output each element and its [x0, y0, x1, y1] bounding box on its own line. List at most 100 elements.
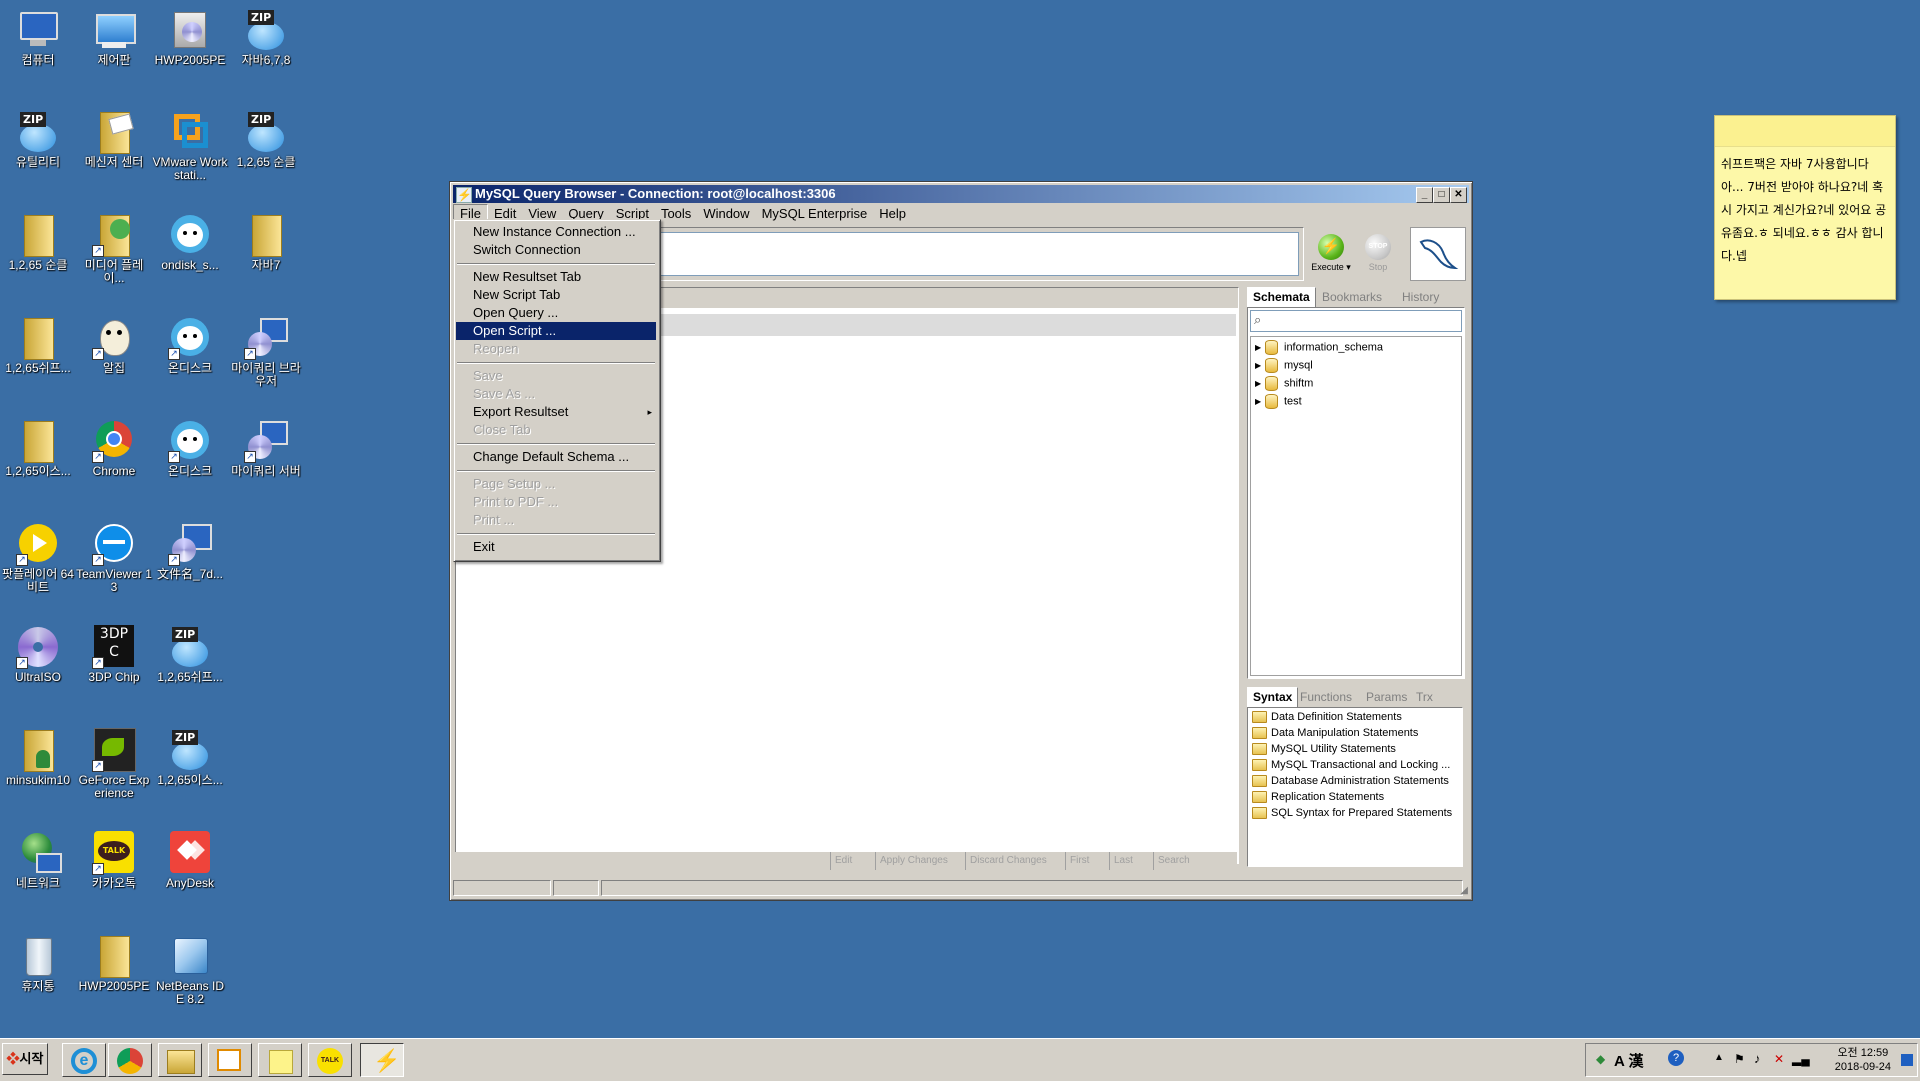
desktop-icon-chrome[interactable]: ↗ Chrome	[76, 419, 152, 478]
menu-item-new-script-tab[interactable]: New Script Tab	[456, 286, 656, 304]
expand-arrow-icon[interactable]: ▶	[1255, 361, 1265, 370]
network-error-icon[interactable]: ✕	[1774, 1052, 1784, 1066]
desktop-icon-mysql-server[interactable]: ↗ 마이쿼리 서버	[228, 419, 304, 478]
close-button[interactable]: ✕	[1450, 187, 1467, 203]
execute-button[interactable]: ⚡ Execute ▾	[1308, 232, 1354, 276]
resize-grip-icon[interactable]: ◢	[1460, 885, 1468, 896]
menu-help[interactable]: Help	[873, 204, 912, 224]
syntax-item[interactable]: Replication Statements	[1252, 791, 1384, 804]
taskbar-app-chrome[interactable]	[108, 1043, 152, 1077]
taskbar-app-explorer[interactable]	[158, 1043, 202, 1077]
window-title-bar[interactable]: ⚡ MySQL Query Browser - Connection: root…	[453, 185, 1469, 203]
volume-icon[interactable]: ♪	[1754, 1051, 1761, 1066]
expand-arrow-icon[interactable]: ▶	[1255, 379, 1265, 388]
discard-changes-button[interactable]: Discard Changes	[965, 852, 1047, 870]
menu-item-open-query[interactable]: Open Query ...	[456, 304, 656, 322]
desktop-icon-zip-shift[interactable]: ZIP 1,2,65쉬프...	[152, 625, 228, 684]
chevron-up-icon[interactable]: ▲	[1714, 1052, 1724, 1063]
search-button[interactable]: Search	[1153, 852, 1190, 870]
menu-item-change-default-schema[interactable]: Change Default Schema ...	[456, 448, 656, 466]
desktop-icon-control-panel[interactable]: 제어판	[76, 8, 152, 67]
syntax-item[interactable]: MySQL Transactional and Locking ...	[1252, 759, 1450, 772]
desktop-icon-mysql-browser[interactable]: ↗ 마이쿼리 브라우저	[228, 316, 304, 388]
desktop-icon-zip-1265[interactable]: ZIP 1,2,65 순클	[228, 110, 304, 169]
desktop-icon-media-player[interactable]: ↗ 미디어 플레이...	[76, 213, 152, 285]
menu-item-new-resultset-tab[interactable]: New Resultset Tab	[456, 268, 656, 286]
menu-item-save-as[interactable]: Save As ...	[456, 385, 656, 403]
desktop-icon-folder-1265[interactable]: 1,2,65 순클	[0, 213, 76, 272]
desktop-icon-ultraiso[interactable]: ↗ UltraISO	[0, 625, 76, 684]
desktop-icon-recycle-bin[interactable]: 휴지통	[0, 934, 76, 993]
desktop-icon-vmware[interactable]: VMware Workstati...	[152, 110, 228, 182]
menu-tools[interactable]: Tools	[655, 204, 697, 224]
clock[interactable]: 오전 12:59 2018-09-24	[1835, 1046, 1891, 1074]
sticky-note-header[interactable]	[1715, 116, 1895, 147]
desktop-icon-geforce[interactable]: ↗ GeForce Experience	[76, 728, 152, 800]
first-button[interactable]: First	[1065, 852, 1089, 870]
syntax-item[interactable]: Data Manipulation Statements	[1252, 727, 1418, 740]
expand-arrow-icon[interactable]: ▶	[1255, 343, 1265, 352]
desktop-icon-messenger[interactable]: 메신저 센터	[76, 110, 152, 169]
edit-button[interactable]: Edit	[830, 852, 852, 870]
menu-item-open-script[interactable]: Open Script ...	[456, 322, 656, 340]
syntax-item[interactable]: MySQL Utility Statements	[1252, 743, 1396, 756]
desktop-icon-alzip[interactable]: ↗ 알집	[76, 316, 152, 375]
schema-item[interactable]: ▶ mysql	[1255, 358, 1313, 373]
desktop-icon-hwp-folder[interactable]: HWP2005PE	[76, 934, 152, 993]
syntax-item[interactable]: Database Administration Statements	[1252, 775, 1449, 788]
start-button[interactable]: ❖시작	[2, 1043, 48, 1075]
desktop-icon-minsukim10[interactable]: minsukim10	[0, 728, 76, 787]
tab-functions[interactable]: Functions	[1295, 689, 1357, 706]
menu-item-exit[interactable]: Exit	[456, 538, 656, 556]
desktop-icon-computer[interactable]: 컴퓨터	[0, 8, 76, 67]
stop-button[interactable]: STOP Stop	[1355, 232, 1401, 276]
desktop-icon-folder-shift[interactable]: 1,2,65쉬프...	[0, 316, 76, 375]
taskbar-app-media-player[interactable]	[208, 1043, 252, 1077]
network-tray-icon[interactable]: ◆	[1596, 1052, 1605, 1066]
menu-item-reopen[interactable]: Reopen	[456, 340, 656, 358]
ime-indicator[interactable]: A 漢	[1614, 1050, 1643, 1071]
menu-item-print[interactable]: Print ...	[456, 511, 656, 529]
desktop-icon-anydesk[interactable]: AnyDesk	[152, 831, 228, 890]
schema-item[interactable]: ▶ shiftm	[1255, 376, 1313, 391]
menu-item-export-resultset[interactable]: Export Resultset ▸	[456, 403, 656, 421]
syntax-item[interactable]: Data Definition Statements	[1252, 711, 1402, 724]
sticky-note[interactable]: 쉬프트팩은 자바 7사용합니다 아... 7버전 받아야 하나요?네 혹시 가지…	[1714, 115, 1896, 300]
desktop-icon-potplayer[interactable]: ↗ 팟플레이어 64 비트	[0, 522, 76, 594]
action-center-icon[interactable]: ⚑	[1734, 1052, 1745, 1066]
taskbar-app-mysql-query-browser[interactable]: ⚡	[360, 1043, 404, 1077]
maximize-button[interactable]: □	[1433, 187, 1450, 203]
expand-arrow-icon[interactable]: ▶	[1255, 397, 1265, 406]
apply-changes-button[interactable]: Apply Changes	[875, 852, 948, 870]
tab-history[interactable]: History	[1397, 289, 1444, 306]
desktop-icon-3dp-chip[interactable]: 3DP C ↗ 3DP Chip	[76, 625, 152, 684]
schema-search-input[interactable]: ⌕	[1250, 310, 1462, 332]
menu-item-print-to-pdf[interactable]: Print to PDF ...	[456, 493, 656, 511]
desktop-icon-installer-7d[interactable]: ↗ 文件名_7d...	[152, 522, 228, 581]
desktop-icon-teamviewer[interactable]: ↗ TeamViewer 13	[76, 522, 152, 594]
taskbar-app-kakaotalk[interactable]: TALK	[308, 1043, 352, 1077]
desktop-icon-ondisk-s[interactable]: ondisk_s...	[152, 213, 228, 272]
taskbar-app-sticky-notes[interactable]	[258, 1043, 302, 1077]
desktop-icon-kakaotalk[interactable]: TALK ↗ 카카오톡	[76, 831, 152, 890]
tab-syntax[interactable]: Syntax	[1247, 687, 1299, 708]
menu-mysql-enterprise[interactable]: MySQL Enterprise	[756, 204, 874, 224]
menu-item-new-instance-connection[interactable]: New Instance Connection ...	[456, 223, 656, 241]
tab-params[interactable]: Params	[1361, 689, 1412, 706]
show-desktop-icon[interactable]	[1901, 1054, 1913, 1066]
desktop-icon-utility[interactable]: ZIP 유틸리티	[0, 110, 76, 169]
desktop-icon-hwp-installer[interactable]: HWP2005PE	[152, 8, 228, 67]
tab-bookmarks[interactable]: Bookmarks	[1317, 289, 1387, 306]
menu-item-switch-connection[interactable]: Switch Connection	[456, 241, 656, 259]
taskbar-app-internet-explorer[interactable]: e	[62, 1043, 106, 1077]
desktop-icon-folder-east[interactable]: 1,2,65이스...	[0, 419, 76, 478]
menu-window[interactable]: Window	[697, 204, 755, 224]
tab-trx[interactable]: Trx	[1411, 689, 1438, 706]
syntax-item[interactable]: SQL Syntax for Prepared Statements	[1252, 807, 1452, 820]
menu-item-page-setup[interactable]: Page Setup ...	[456, 475, 656, 493]
desktop-icon-ondisk-2[interactable]: ↗ 온디스크	[152, 419, 228, 478]
minimize-button[interactable]: _	[1416, 187, 1433, 203]
schema-item[interactable]: ▶ information_schema	[1255, 340, 1383, 355]
desktop-icon-ondisk-1[interactable]: ↗ 온디스크	[152, 316, 228, 375]
tab-schemata[interactable]: Schemata	[1247, 287, 1316, 308]
